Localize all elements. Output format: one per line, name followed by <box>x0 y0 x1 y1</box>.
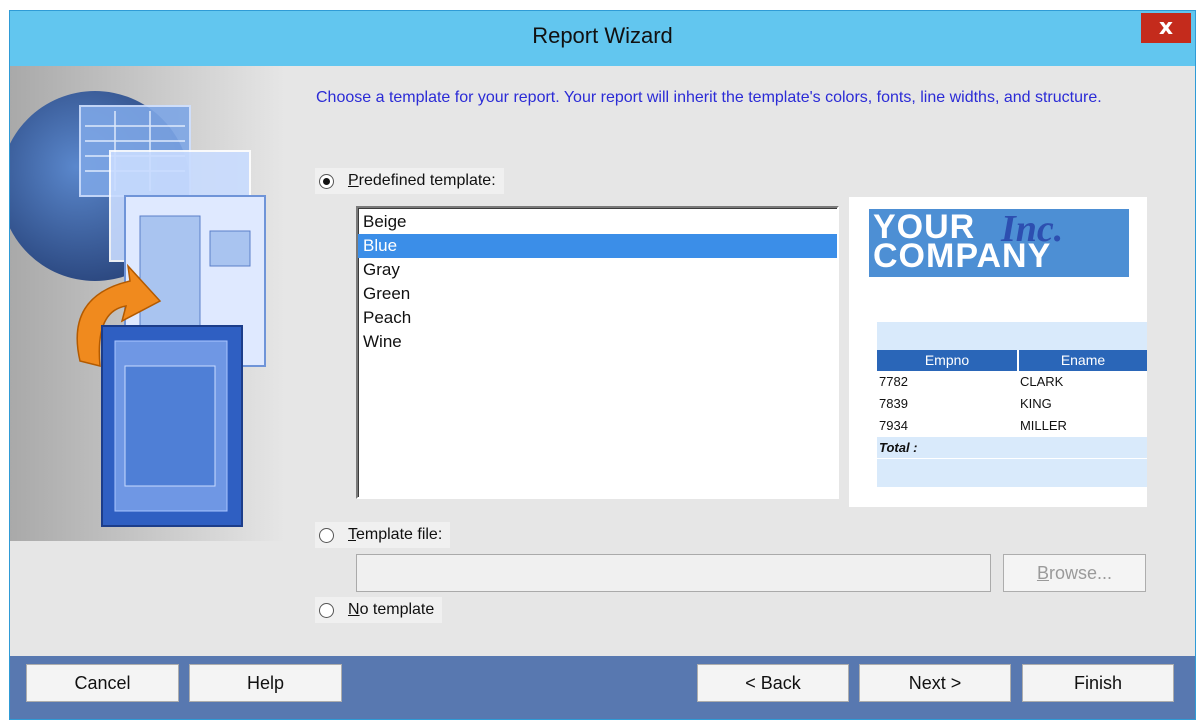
preview-col-ename: Ename <box>1060 352 1106 368</box>
finish-button[interactable]: Finish <box>1022 664 1174 702</box>
template-file-option[interactable]: Template file: <box>315 522 451 548</box>
template-list-item[interactable]: Gray <box>358 258 837 282</box>
intro-text: Choose a template for your report. Your … <box>316 89 1102 106</box>
template-list-item[interactable]: Blue <box>358 234 837 258</box>
template-file-radio[interactable] <box>319 527 334 543</box>
cancel-button[interactable]: Cancel <box>26 664 179 702</box>
template-list-item[interactable]: Wine <box>358 330 837 354</box>
report-wizard-graphic <box>10 66 285 541</box>
preview-table-row: 7934 MILLER <box>877 415 1147 437</box>
no-template-label: No template <box>348 601 435 618</box>
report-wizard-window: Report Wizard x Choose a template for yo… <box>9 10 1196 720</box>
preview-table-row: 7782 CLARK <box>877 371 1147 393</box>
template-list-item[interactable]: Beige <box>358 210 837 234</box>
close-icon[interactable]: x <box>1141 13 1191 43</box>
predefined-template-label: Predefined template: <box>348 172 496 189</box>
no-template-radio[interactable] <box>319 602 334 618</box>
template-list[interactable]: Beige Blue Gray Green Peach Wine <box>356 206 839 499</box>
template-preview: YOUR Inc. COMPANY Empno Ename 7782 CLARK 7… <box>849 197 1147 507</box>
preview-band-top <box>877 322 1147 350</box>
title-bar: Report Wizard x <box>10 11 1195 66</box>
next-button[interactable]: Next > <box>859 664 1011 702</box>
help-button[interactable]: Help <box>189 664 342 702</box>
template-list-item[interactable]: Green <box>358 282 837 306</box>
template-list-item[interactable]: Peach <box>358 306 837 330</box>
preview-table: Empno Ename 7782 CLARK 7839 KING 7934 MILLER … <box>877 322 1147 487</box>
window-title: Report Wizard <box>532 23 673 48</box>
preview-total-row: Total : <box>877 437 1147 459</box>
browse-button[interactable]: Browse... <box>1003 554 1146 592</box>
back-button[interactable]: < Back <box>697 664 849 702</box>
template-file-label: Template file: <box>348 526 443 543</box>
wizard-body: Choose a template for your report. Your … <box>10 66 1195 656</box>
no-template-option[interactable]: No template <box>315 597 443 623</box>
preview-table-row: 7839 KING <box>877 393 1147 415</box>
preview-col-empno: Empno <box>877 350 1019 371</box>
button-bar <box>10 656 1195 719</box>
preview-table-header: Empno Ename <box>877 350 1147 371</box>
preview-band-bottom <box>877 459 1147 487</box>
predefined-template-option[interactable]: Predefined template: <box>315 168 504 194</box>
predefined-template-radio[interactable] <box>319 173 334 189</box>
company-logo: YOUR Inc. COMPANY <box>869 209 1129 277</box>
template-file-input[interactable] <box>356 554 991 592</box>
